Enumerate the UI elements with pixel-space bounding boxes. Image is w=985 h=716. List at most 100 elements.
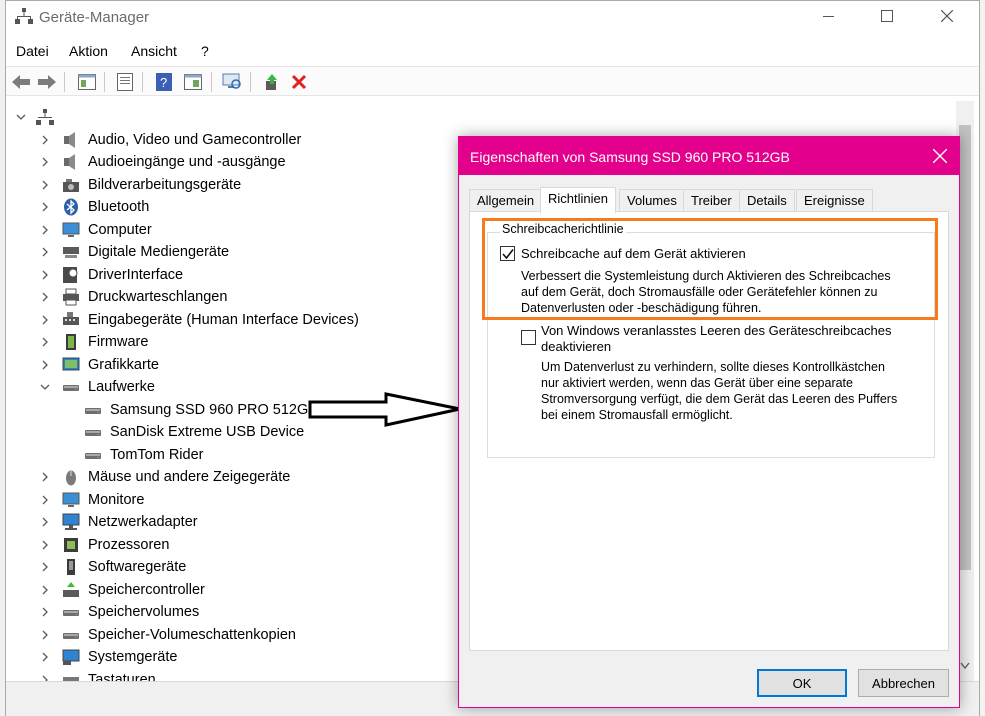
- scrollbar-thumb[interactable]: [959, 125, 971, 570]
- tree-category-row[interactable]: Computer: [38, 219, 152, 241]
- enable-write-cache-checkbox[interactable]: [500, 246, 515, 261]
- tree-category-row[interactable]: Softwaregeräte: [38, 556, 186, 578]
- chip-icon: [62, 333, 80, 351]
- disable-flush-label-line2[interactable]: deaktivieren: [541, 339, 611, 354]
- chevron-down-icon[interactable]: [14, 110, 28, 124]
- chevron-right-icon[interactable]: [38, 200, 52, 214]
- close-button[interactable]: [924, 1, 970, 31]
- enable-write-cache-label[interactable]: Schreibcache auf dem Gerät aktivieren: [521, 246, 746, 261]
- tree-category-row[interactable]: Audioeingänge und -ausgänge: [38, 151, 286, 173]
- scan-hardware-button[interactable]: [221, 71, 243, 93]
- menu-help[interactable]: ?: [201, 43, 209, 59]
- chevron-right-icon[interactable]: [38, 223, 52, 237]
- drive-item[interactable]: Samsung SSD 960 PRO 512GB: [84, 399, 318, 421]
- tree-category-row[interactable]: Monitore: [38, 489, 144, 511]
- drive-item[interactable]: TomTom Rider: [84, 444, 203, 466]
- tab-allgemein[interactable]: Allgemein: [469, 189, 543, 211]
- svg-text:?: ?: [160, 75, 167, 90]
- chevron-right-icon[interactable]: [38, 470, 52, 484]
- tree-category-row[interactable]: Speicher-Volumeschattenkopien: [38, 624, 296, 646]
- chevron-right-icon[interactable]: [38, 358, 52, 372]
- tree-category-row[interactable]: Laufwerke: [38, 376, 155, 398]
- maximize-button[interactable]: [864, 1, 910, 31]
- tab-volumes[interactable]: Volumes: [619, 189, 685, 211]
- tree-category-label: Audioeingänge und -ausgänge: [88, 154, 286, 170]
- chevron-right-icon[interactable]: [38, 673, 52, 681]
- chevron-right-icon[interactable]: [38, 268, 52, 282]
- tab-details[interactable]: Details: [739, 189, 795, 211]
- tree-category-row[interactable]: Speichervolumes: [38, 601, 199, 623]
- menu-bar: Datei Aktion Ansicht ?: [6, 41, 979, 63]
- chevron-right-icon[interactable]: [38, 583, 52, 597]
- tree-root[interactable]: [14, 106, 62, 128]
- scroll-down-icon[interactable]: [960, 661, 970, 673]
- tree-category-row[interactable]: Digitale Mediengeräte: [38, 241, 229, 263]
- chevron-right-icon[interactable]: [38, 650, 52, 664]
- tree-category-row[interactable]: Speichercontroller: [38, 579, 205, 601]
- chevron-right-icon[interactable]: [38, 245, 52, 259]
- hid-icon: [62, 311, 80, 329]
- menu-aktion[interactable]: Aktion: [69, 43, 108, 59]
- back-button[interactable]: [10, 71, 32, 93]
- ok-button[interactable]: OK: [757, 669, 847, 697]
- annotation-arrow-icon: [308, 392, 461, 427]
- tab-richtlinien[interactable]: Richtlinien: [540, 187, 616, 213]
- tree-category-row[interactable]: Systemgeräte: [38, 646, 177, 668]
- title-bar: Geräte-Manager: [6, 1, 979, 33]
- toolbar-separator: [142, 72, 143, 92]
- drive-item[interactable]: SanDisk Extreme USB Device: [84, 421, 304, 443]
- chevron-right-icon[interactable]: [38, 155, 52, 169]
- desktop-screen: Geräte-Manager Datei Aktion Ansicht ? ? …: [0, 0, 985, 716]
- show-hide-button[interactable]: [182, 71, 204, 93]
- tree-category-row[interactable]: Netzwerkadapter: [38, 511, 198, 533]
- update-driver-button[interactable]: [261, 71, 283, 93]
- tree-category-row[interactable]: Prozessoren: [38, 534, 169, 556]
- tab-treiber[interactable]: Treiber: [683, 189, 740, 211]
- minimize-button[interactable]: [806, 1, 852, 31]
- chevron-right-icon[interactable]: [38, 133, 52, 147]
- disable-flush-checkbox[interactable]: [521, 330, 536, 345]
- help-icon: ?: [156, 73, 172, 91]
- chevron-right-icon[interactable]: [38, 178, 52, 192]
- chevron-right-icon[interactable]: [38, 493, 52, 507]
- chevron-down-icon[interactable]: [38, 380, 52, 394]
- chevron-right-icon[interactable]: [38, 628, 52, 642]
- tree-category-row[interactable]: Druckwarteschlangen: [38, 286, 227, 308]
- toolbar-separator: [104, 72, 105, 92]
- tree-category-row[interactable]: Tastaturen: [38, 669, 156, 681]
- speaker-icon: [62, 153, 80, 171]
- menu-ansicht[interactable]: Ansicht: [131, 43, 177, 59]
- tree-category-row[interactable]: Mäuse und andere Zeigegeräte: [38, 466, 290, 488]
- tree-category-row[interactable]: Bluetooth: [38, 196, 149, 218]
- forward-button[interactable]: [36, 71, 58, 93]
- tree-category-row[interactable]: DriverInterface: [38, 264, 183, 286]
- tree-category-label: Speicher-Volumeschattenkopien: [88, 626, 296, 643]
- chevron-right-icon[interactable]: [38, 538, 52, 552]
- help-button[interactable]: ?: [153, 71, 175, 93]
- dialog-close-button[interactable]: [929, 145, 951, 167]
- uninstall-button[interactable]: [288, 71, 310, 93]
- chevron-right-icon[interactable]: [38, 605, 52, 619]
- monitor-icon: [62, 221, 80, 239]
- checkmark-icon: [501, 248, 514, 259]
- cancel-button[interactable]: Abbrechen: [858, 669, 949, 697]
- chevron-right-icon[interactable]: [38, 335, 52, 349]
- chevron-right-icon[interactable]: [38, 560, 52, 574]
- tree-category-label: Prozessoren: [88, 536, 170, 553]
- tree-category-row[interactable]: Firmware: [38, 331, 148, 353]
- document-button[interactable]: [114, 71, 136, 93]
- tree-category-row[interactable]: Audio, Video und Gamecontroller: [38, 129, 301, 151]
- toolbar-separator: [250, 72, 251, 92]
- disable-flush-label-line1[interactable]: Von Windows veranlasstes Leeren des Gerä…: [541, 323, 891, 338]
- tree-category-row[interactable]: Grafikkarte: [38, 354, 159, 376]
- tree-category-row[interactable]: Eingabegeräte (Human Interface Devices): [38, 309, 359, 331]
- chevron-right-icon[interactable]: [38, 313, 52, 327]
- tree-category-label: Netzwerkadapter: [88, 514, 198, 530]
- menu-datei[interactable]: Datei: [16, 43, 49, 59]
- chevron-right-icon[interactable]: [38, 290, 52, 304]
- drive-icon: [84, 423, 102, 441]
- properties-pane-button[interactable]: [76, 71, 98, 93]
- chevron-right-icon[interactable]: [38, 515, 52, 529]
- tree-category-row[interactable]: Bildverarbeitungsgeräte: [38, 174, 241, 196]
- tab-ereignisse[interactable]: Ereignisse: [796, 189, 873, 211]
